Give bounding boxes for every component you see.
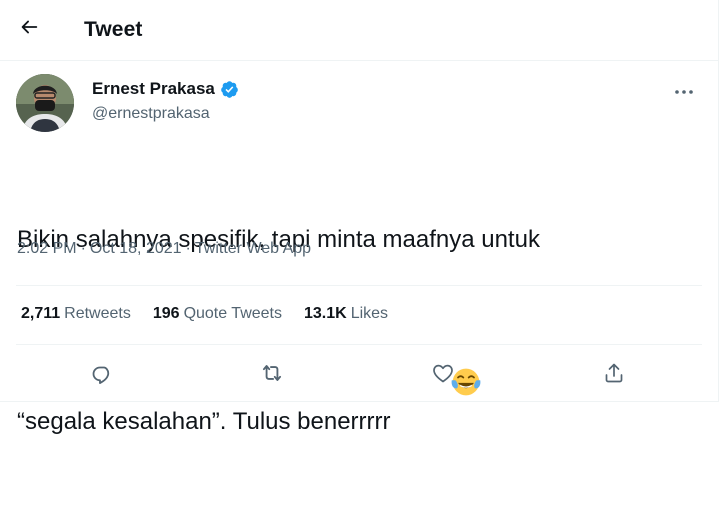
share-icon <box>602 361 626 390</box>
avatar[interactable] <box>16 74 74 132</box>
arrow-left-icon <box>18 16 40 43</box>
stat-label: Retweets <box>64 305 131 322</box>
tweet-date[interactable]: Oct 18, 2021 <box>90 240 182 257</box>
retweet-icon <box>259 360 285 391</box>
reply-button[interactable] <box>89 362 115 388</box>
meta-separator: · <box>80 240 86 257</box>
more-options-button[interactable] <box>666 80 702 102</box>
like-icon <box>431 361 455 390</box>
divider <box>16 344 702 345</box>
tweet-source[interactable]: Twitter Web App <box>195 240 311 257</box>
more-dots-icon <box>674 82 694 100</box>
tweet-text-line: “segala kesalahan”. Tulus benerrrrr <box>17 330 677 445</box>
stat-count: 196 <box>152 305 180 322</box>
back-button[interactable] <box>12 12 46 46</box>
divider <box>16 285 702 286</box>
author-name-row[interactable]: Ernest Prakasa <box>92 79 239 99</box>
tweet-time[interactable]: 2:02 PM <box>17 240 77 257</box>
share-button[interactable] <box>601 362 627 388</box>
tweet-page: Tweet Ernest Prakasa @ernestprakasa Biki… <box>0 0 719 435</box>
author-name[interactable]: Ernest Prakasa <box>92 79 215 99</box>
verified-badge-icon <box>220 80 239 99</box>
author-handle[interactable]: @ernestprakasa <box>92 105 210 123</box>
tweet-text-fragment: “segala kesalahan”. Tulus benerrrrr <box>17 408 391 435</box>
tweet-text: Bikin salahnya spesifik, tapi minta maaf… <box>17 150 677 517</box>
quote-tweets-stat[interactable]: 196 Quote Tweets <box>153 305 282 323</box>
stat-label: Likes <box>350 305 389 322</box>
page-header: Tweet <box>0 0 718 61</box>
engagement-stats: 2,711 Retweets 196 Quote Tweets 13.1K Likes <box>21 305 410 323</box>
stat-count: 2,711 <box>21 305 61 322</box>
reply-icon <box>90 361 114 390</box>
page-title: Tweet <box>84 18 143 41</box>
retweet-button[interactable] <box>259 362 285 388</box>
meta-separator: · <box>185 240 191 257</box>
retweets-stat[interactable]: 2,711 Retweets <box>21 305 131 323</box>
like-button[interactable] <box>430 362 456 388</box>
stat-label: Quote Tweets <box>183 305 282 322</box>
stat-count: 13.1K <box>304 305 347 322</box>
tweet-meta: 2:02 PM · Oct 18, 2021 · Twitter Web App <box>17 240 311 258</box>
avatar-image <box>16 74 74 132</box>
likes-stat[interactable]: 13.1K Likes <box>304 305 388 323</box>
